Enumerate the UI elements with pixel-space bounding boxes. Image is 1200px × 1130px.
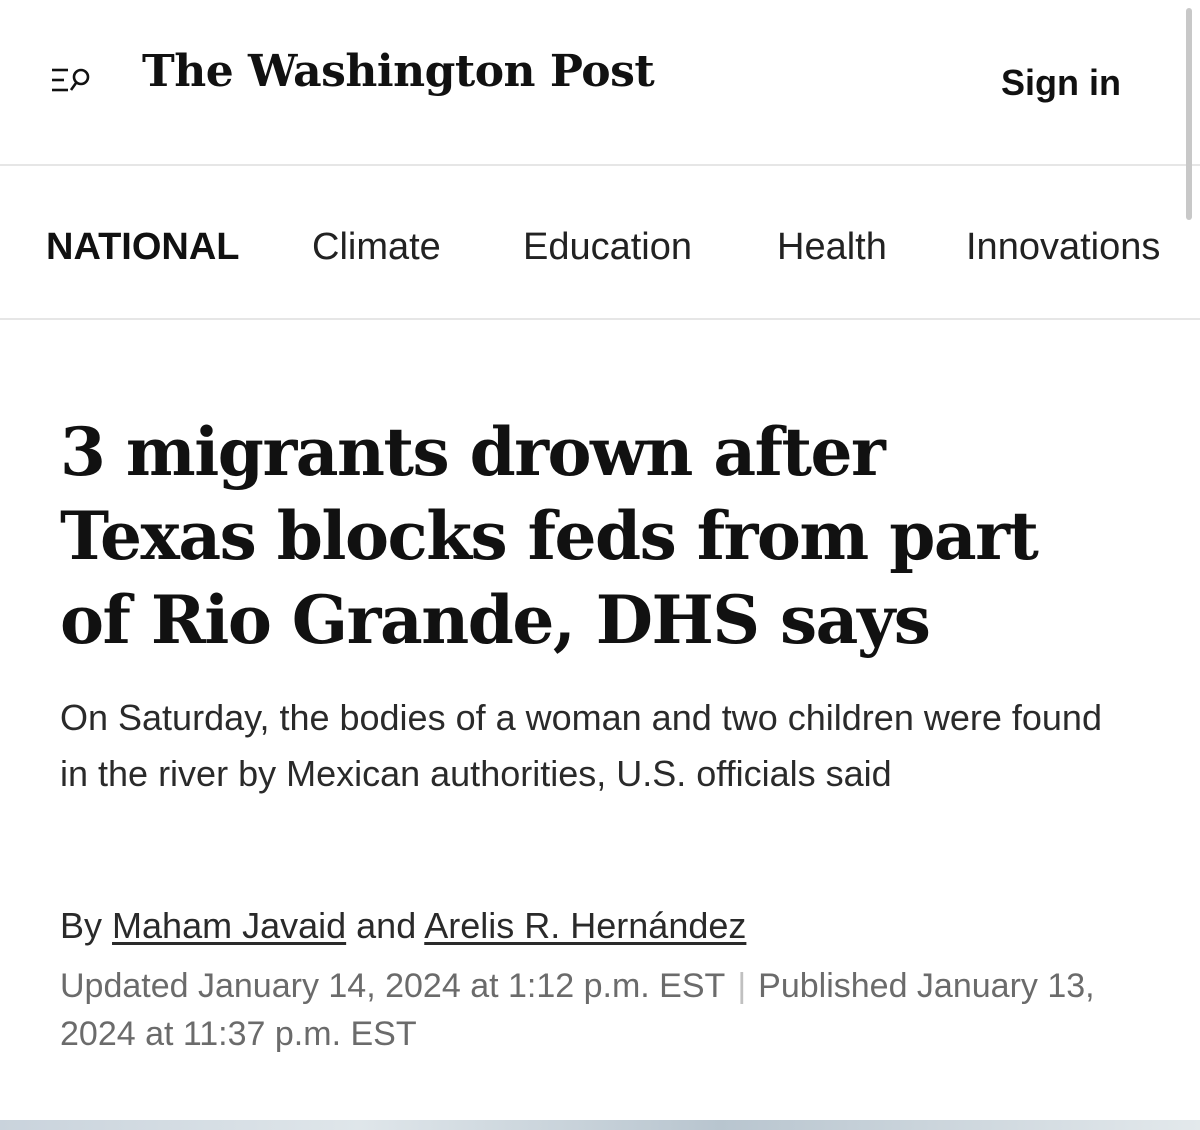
section-nav-education[interactable]: Education (523, 226, 692, 269)
section-nav-health[interactable]: Health (777, 226, 887, 269)
lead-image (0, 1120, 1200, 1130)
sign-in-button[interactable]: Sign in (1001, 62, 1121, 104)
article-headline: 3 migrants drown after Texas blocks feds… (60, 413, 1039, 659)
timestamp-separator: | (737, 967, 747, 1005)
section-nav-climate[interactable]: Climate (312, 226, 441, 269)
byline-joiner: and (356, 905, 417, 946)
section-nav-innovations[interactable]: Innovations (966, 226, 1160, 269)
menu-search-icon[interactable] (50, 64, 98, 100)
site-logo[interactable]: The Washington Post (142, 46, 655, 97)
article-page: The Washington Post Sign in NATIONAL Cli… (0, 0, 1200, 1130)
updated-timestamp: Updated January 14, 2024 at 1:12 p.m. ES… (60, 967, 726, 1005)
section-nav: NATIONAL Climate Education Health Innova… (0, 168, 1200, 320)
author-link-2[interactable]: Arelis R. Hernández (424, 905, 746, 946)
author-link-1[interactable]: Maham Javaid (112, 905, 346, 946)
top-bar: The Washington Post Sign in (0, 0, 1200, 166)
byline-prefix: By (60, 905, 103, 946)
section-nav-national[interactable]: NATIONAL (46, 226, 240, 269)
byline: By Maham Javaid and Arelis R. Hernández (60, 900, 1160, 952)
article-dek: On Saturday, the bodies of a woman and t… (60, 697, 1102, 794)
timestamps: Updated January 14, 2024 at 1:12 p.m. ES… (60, 962, 1160, 1058)
